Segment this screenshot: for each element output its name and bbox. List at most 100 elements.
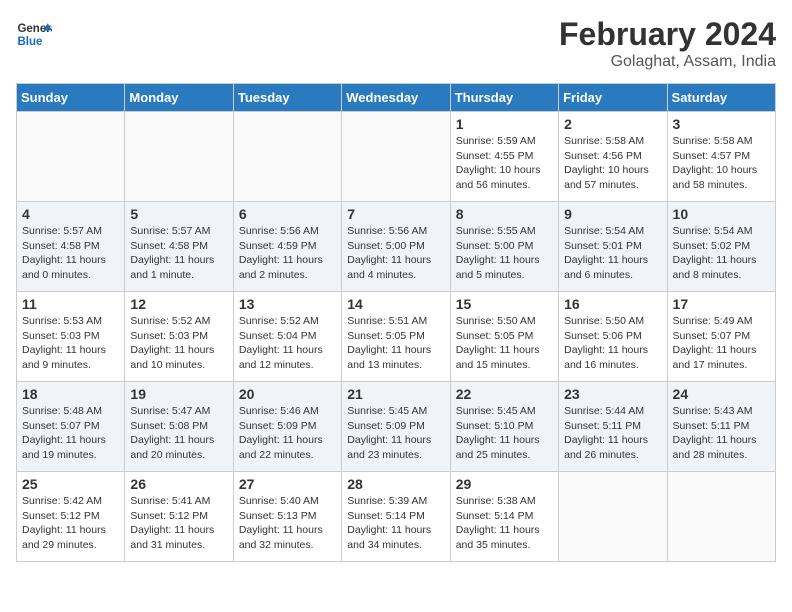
day-info: Sunrise: 5:38 AMSunset: 5:14 PMDaylight:… <box>456 494 553 553</box>
day-info: Sunrise: 5:55 AMSunset: 5:00 PMDaylight:… <box>456 224 553 283</box>
day-info: Sunrise: 5:50 AMSunset: 5:06 PMDaylight:… <box>564 314 661 373</box>
day-number: 15 <box>456 296 553 312</box>
calendar-table: SundayMondayTuesdayWednesdayThursdayFrid… <box>16 83 776 562</box>
empty-day-cell <box>17 112 125 202</box>
day-cell: 7 Sunrise: 5:56 AMSunset: 5:00 PMDaylight… <box>342 202 450 292</box>
day-number: 23 <box>564 386 661 402</box>
calendar-week-row: 18 Sunrise: 5:48 AMSunset: 5:07 PMDayligh… <box>17 382 776 472</box>
day-number: 22 <box>456 386 553 402</box>
day-cell: 14 Sunrise: 5:51 AMSunset: 5:05 PMDayligh… <box>342 292 450 382</box>
day-info: Sunrise: 5:49 AMSunset: 5:07 PMDaylight:… <box>673 314 770 373</box>
col-header-monday: Monday <box>125 84 233 112</box>
day-number: 18 <box>22 386 119 402</box>
day-cell: 27 Sunrise: 5:40 AMSunset: 5:13 PMDayligh… <box>233 472 341 562</box>
day-cell: 3 Sunrise: 5:58 AMSunset: 4:57 PMDaylight… <box>667 112 775 202</box>
day-number: 16 <box>564 296 661 312</box>
day-cell: 12 Sunrise: 5:52 AMSunset: 5:03 PMDayligh… <box>125 292 233 382</box>
day-info: Sunrise: 5:57 AMSunset: 4:58 PMDaylight:… <box>130 224 227 283</box>
empty-day-cell <box>667 472 775 562</box>
day-cell: 11 Sunrise: 5:53 AMSunset: 5:03 PMDayligh… <box>17 292 125 382</box>
day-info: Sunrise: 5:42 AMSunset: 5:12 PMDaylight:… <box>22 494 119 553</box>
calendar-week-row: 4 Sunrise: 5:57 AMSunset: 4:58 PMDaylight… <box>17 202 776 292</box>
day-number: 27 <box>239 476 336 492</box>
day-number: 12 <box>130 296 227 312</box>
day-info: Sunrise: 5:52 AMSunset: 5:03 PMDaylight:… <box>130 314 227 373</box>
day-number: 29 <box>456 476 553 492</box>
day-cell: 26 Sunrise: 5:41 AMSunset: 5:12 PMDayligh… <box>125 472 233 562</box>
day-cell: 21Sunrise: 5:45 AMSunset: 5:09 PMDayligh… <box>342 382 450 472</box>
day-cell: 19 Sunrise: 5:47 AMSunset: 5:08 PMDayligh… <box>125 382 233 472</box>
day-cell: 23 Sunrise: 5:44 AMSunset: 5:11 PMDayligh… <box>559 382 667 472</box>
empty-day-cell <box>559 472 667 562</box>
col-header-sunday: Sunday <box>17 84 125 112</box>
day-cell: 1 Sunrise: 5:59 AMSunset: 4:55 PMDaylight… <box>450 112 558 202</box>
day-info: Sunrise: 5:58 AMSunset: 4:56 PMDaylight:… <box>564 134 661 193</box>
day-number: 6 <box>239 206 336 222</box>
col-header-saturday: Saturday <box>667 84 775 112</box>
day-number: 24 <box>673 386 770 402</box>
day-cell: 28 Sunrise: 5:39 AMSunset: 5:14 PMDayligh… <box>342 472 450 562</box>
day-number: 19 <box>130 386 227 402</box>
empty-day-cell <box>342 112 450 202</box>
day-info: Sunrise: 5:47 AMSunset: 5:08 PMDaylight:… <box>130 404 227 463</box>
day-number: 17 <box>673 296 770 312</box>
day-info: Sunrise: 5:50 AMSunset: 5:05 PMDaylight:… <box>456 314 553 373</box>
day-info: Sunrise: 5:39 AMSunset: 5:14 PMDaylight:… <box>347 494 444 553</box>
day-cell: 15 Sunrise: 5:50 AMSunset: 5:05 PMDayligh… <box>450 292 558 382</box>
day-number: 4 <box>22 206 119 222</box>
day-number: 20 <box>239 386 336 402</box>
day-cell: 8 Sunrise: 5:55 AMSunset: 5:00 PMDaylight… <box>450 202 558 292</box>
day-info: Sunrise: 5:54 AMSunset: 5:01 PMDaylight:… <box>564 224 661 283</box>
day-number: 13 <box>239 296 336 312</box>
page-header: General Blue February 2024 Golaghat, Ass… <box>16 16 776 71</box>
day-number: 5 <box>130 206 227 222</box>
day-number: 26 <box>130 476 227 492</box>
col-header-friday: Friday <box>559 84 667 112</box>
day-cell: 24Sunrise: 5:43 AMSunset: 5:11 PMDayligh… <box>667 382 775 472</box>
col-header-wednesday: Wednesday <box>342 84 450 112</box>
calendar-location: Golaghat, Assam, India <box>559 53 776 71</box>
day-number: 7 <box>347 206 444 222</box>
day-info: Sunrise: 5:54 AMSunset: 5:02 PMDaylight:… <box>673 224 770 283</box>
calendar-header-row: SundayMondayTuesdayWednesdayThursdayFrid… <box>17 84 776 112</box>
day-info: Sunrise: 5:41 AMSunset: 5:12 PMDaylight:… <box>130 494 227 553</box>
day-info: Sunrise: 5:52 AMSunset: 5:04 PMDaylight:… <box>239 314 336 373</box>
day-cell: 18 Sunrise: 5:48 AMSunset: 5:07 PMDayligh… <box>17 382 125 472</box>
logo: General Blue <box>16 16 52 52</box>
svg-text:Blue: Blue <box>17 36 43 48</box>
day-cell: 2 Sunrise: 5:58 AMSunset: 4:56 PMDaylight… <box>559 112 667 202</box>
day-number: 3 <box>673 116 770 132</box>
day-number: 25 <box>22 476 119 492</box>
day-number: 10 <box>673 206 770 222</box>
col-header-tuesday: Tuesday <box>233 84 341 112</box>
day-cell: 22 Sunrise: 5:45 AMSunset: 5:10 PMDayligh… <box>450 382 558 472</box>
day-info: Sunrise: 5:40 AMSunset: 5:13 PMDaylight:… <box>239 494 336 553</box>
day-info: Sunrise: 5:44 AMSunset: 5:11 PMDaylight:… <box>564 404 661 463</box>
day-info: Sunrise: 5:48 AMSunset: 5:07 PMDaylight:… <box>22 404 119 463</box>
day-cell: 25 Sunrise: 5:42 AMSunset: 5:12 PMDayligh… <box>17 472 125 562</box>
day-cell: 10 Sunrise: 5:54 AMSunset: 5:02 PMDayligh… <box>667 202 775 292</box>
day-number: 14 <box>347 296 444 312</box>
day-info: Sunrise: 5:51 AMSunset: 5:05 PMDaylight:… <box>347 314 444 373</box>
logo-icon: General Blue <box>16 16 52 52</box>
day-info: Sunrise: 5:53 AMSunset: 5:03 PMDaylight:… <box>22 314 119 373</box>
day-number: 21 <box>347 386 444 402</box>
day-number: 2 <box>564 116 661 132</box>
day-info: Sunrise: 5:58 AMSunset: 4:57 PMDaylight:… <box>673 134 770 193</box>
day-number: 28 <box>347 476 444 492</box>
empty-day-cell <box>233 112 341 202</box>
empty-day-cell <box>125 112 233 202</box>
day-cell: 5 Sunrise: 5:57 AMSunset: 4:58 PMDaylight… <box>125 202 233 292</box>
day-info: Sunrise: 5:45 AMSunset: 5:10 PMDaylight:… <box>456 404 553 463</box>
day-info: Sunrise: 5:59 AMSunset: 4:55 PMDaylight:… <box>456 134 553 193</box>
day-info: Sunrise: 5:46 AMSunset: 5:09 PMDaylight:… <box>239 404 336 463</box>
day-number: 11 <box>22 296 119 312</box>
day-number: 1 <box>456 116 553 132</box>
day-number: 8 <box>456 206 553 222</box>
day-cell: 16 Sunrise: 5:50 AMSunset: 5:06 PMDayligh… <box>559 292 667 382</box>
day-info: Sunrise: 5:56 AMSunset: 4:59 PMDaylight:… <box>239 224 336 283</box>
col-header-thursday: Thursday <box>450 84 558 112</box>
day-info: Sunrise: 5:56 AMSunset: 5:00 PMDaylight:… <box>347 224 444 283</box>
day-cell: 4Sunrise: 5:57 AMSunset: 4:58 PMDaylight… <box>17 202 125 292</box>
day-cell: 9Sunrise: 5:54 AMSunset: 5:01 PMDaylight… <box>559 202 667 292</box>
